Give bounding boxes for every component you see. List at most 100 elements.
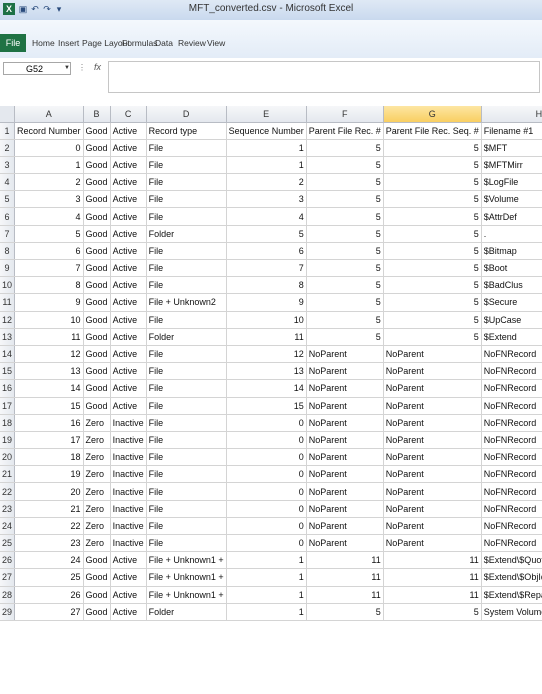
cell[interactable]: 2 xyxy=(14,173,84,192)
cell[interactable]: Active xyxy=(110,190,147,209)
cell[interactable]: NoParent xyxy=(383,500,482,518)
cell[interactable]: 16 xyxy=(14,414,84,432)
cell[interactable]: 24 xyxy=(14,551,84,570)
cell[interactable]: Active xyxy=(110,207,147,226)
cell[interactable]: NoFNRecord xyxy=(481,534,542,553)
cell[interactable]: NoFNRecord xyxy=(481,448,542,467)
cell[interactable]: Zero xyxy=(83,448,111,467)
cell[interactable]: 0 xyxy=(226,448,307,467)
cell[interactable]: 5 xyxy=(306,207,384,226)
cell[interactable]: Good xyxy=(83,345,111,364)
cell[interactable]: NoParent xyxy=(306,500,384,518)
row-header[interactable]: 21 xyxy=(0,465,15,484)
cell[interactable]: 5 xyxy=(226,225,307,243)
cell[interactable]: Active xyxy=(110,603,147,621)
cell[interactable]: 14 xyxy=(226,379,307,398)
cell[interactable]: 0 xyxy=(226,534,307,553)
cell[interactable]: File xyxy=(146,139,227,157)
cell[interactable]: Active xyxy=(110,311,147,329)
cell[interactable]: 22 xyxy=(14,517,84,536)
cell[interactable]: 5 xyxy=(383,225,482,243)
cell[interactable]: Folder xyxy=(146,328,227,346)
cell[interactable]: 5 xyxy=(383,293,482,312)
cell[interactable]: Active xyxy=(110,379,147,398)
cell[interactable]: . xyxy=(481,225,542,243)
cell[interactable]: NoParent xyxy=(383,379,482,398)
cell[interactable]: Zero xyxy=(83,500,111,518)
cell[interactable]: 27 xyxy=(14,603,84,621)
cell[interactable]: Active xyxy=(110,225,147,243)
cell[interactable]: 13 xyxy=(14,362,84,381)
tab-insert[interactable]: Insert xyxy=(58,38,79,48)
cell[interactable]: Good xyxy=(83,568,111,587)
cell[interactable]: Inactive xyxy=(110,482,147,501)
row-header[interactable]: 8 xyxy=(0,242,15,261)
cell[interactable]: File xyxy=(146,414,227,432)
row-header[interactable]: 27 xyxy=(0,568,15,587)
cell[interactable]: NoParent xyxy=(306,465,384,484)
cell[interactable]: NoParent xyxy=(383,465,482,484)
cell[interactable]: 10 xyxy=(226,311,307,329)
chevron-down-icon[interactable]: ▼ xyxy=(64,65,70,71)
cell[interactable]: Good xyxy=(83,551,111,570)
cell[interactable]: File xyxy=(146,397,227,415)
cell[interactable]: File + Unknown2 xyxy=(146,293,227,312)
row-header[interactable]: 17 xyxy=(0,397,15,415)
cell[interactable]: 17 xyxy=(14,431,84,450)
cell[interactable]: 7 xyxy=(14,259,84,278)
cell[interactable]: 21 xyxy=(14,500,84,518)
row-header[interactable]: 10 xyxy=(0,276,15,295)
cell[interactable]: $MFT xyxy=(481,139,542,157)
row-header[interactable]: 13 xyxy=(0,328,15,346)
cell[interactable]: 9 xyxy=(226,293,307,312)
cell[interactable]: 12 xyxy=(14,345,84,364)
cell[interactable]: NoParent xyxy=(306,448,384,467)
cell[interactable]: 5 xyxy=(306,293,384,312)
cell[interactable]: 5 xyxy=(306,311,384,329)
cell[interactable]: NoParent xyxy=(383,414,482,432)
cell[interactable]: Inactive xyxy=(110,465,147,484)
cell[interactable]: 5 xyxy=(383,328,482,346)
cell[interactable]: 5 xyxy=(306,225,384,243)
row-header[interactable]: 12 xyxy=(0,311,15,329)
cell[interactable]: 11 xyxy=(306,568,384,587)
cell[interactable]: 1 xyxy=(226,139,307,157)
cell[interactable]: Zero xyxy=(83,465,111,484)
cell[interactable]: $Extend\$ObjId xyxy=(481,568,542,587)
cell[interactable]: 5 xyxy=(306,173,384,192)
cell[interactable]: 12 xyxy=(226,345,307,364)
cell[interactable]: 8 xyxy=(226,276,307,295)
row-header[interactable]: 23 xyxy=(0,500,15,518)
cell[interactable]: NoParent xyxy=(306,534,384,553)
cell[interactable]: 1 xyxy=(226,551,307,570)
row-header[interactable]: 5 xyxy=(0,190,15,209)
cell[interactable]: 23 xyxy=(14,534,84,553)
cell[interactable]: 5 xyxy=(306,139,384,157)
cell[interactable]: File xyxy=(146,500,227,518)
row-header[interactable]: 9 xyxy=(0,259,15,278)
cell[interactable]: Parent File Rec. Seq. # xyxy=(383,122,482,140)
cell[interactable]: Good xyxy=(83,603,111,621)
cell[interactable]: File xyxy=(146,242,227,261)
name-box[interactable]: G52 xyxy=(3,62,71,75)
cell[interactable]: 13 xyxy=(226,362,307,381)
row-header[interactable]: 2 xyxy=(0,139,15,157)
cell[interactable]: File xyxy=(146,534,227,553)
cell[interactable]: Active xyxy=(110,551,147,570)
row-header[interactable]: 7 xyxy=(0,225,15,243)
cell[interactable]: NoParent xyxy=(306,379,384,398)
cell[interactable]: 0 xyxy=(226,465,307,484)
row-header[interactable]: 26 xyxy=(0,551,15,570)
cell[interactable]: NoParent xyxy=(306,345,384,364)
column-header-h[interactable]: H xyxy=(481,106,542,123)
cell[interactable]: Good xyxy=(83,397,111,415)
cell[interactable]: 15 xyxy=(14,397,84,415)
cell[interactable]: File xyxy=(146,207,227,226)
cell[interactable]: System Volume Information xyxy=(481,603,542,621)
cell[interactable]: 11 xyxy=(306,551,384,570)
cell[interactable]: Zero xyxy=(83,534,111,553)
cell[interactable]: 0 xyxy=(226,517,307,536)
cell[interactable]: $Secure xyxy=(481,293,542,312)
cell[interactable]: 5 xyxy=(383,139,482,157)
cell[interactable]: 0 xyxy=(226,500,307,518)
